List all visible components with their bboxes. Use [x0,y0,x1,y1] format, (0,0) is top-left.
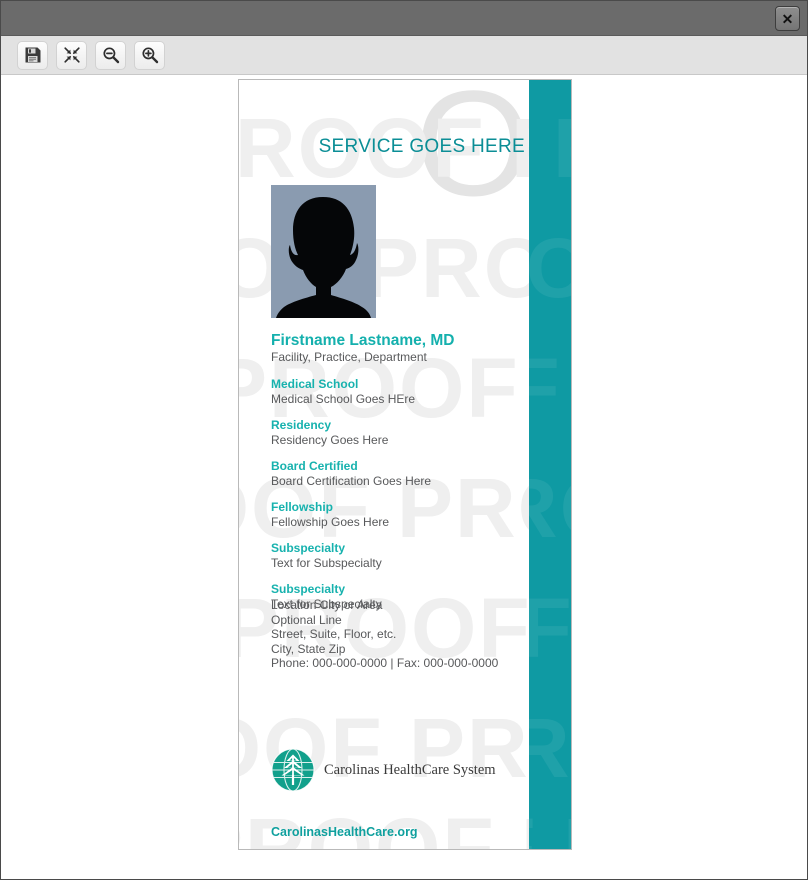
watermark-line: PROOF PROOF PROOF [529,466,571,550]
watermark-line: PROOF PROOF PROOF [529,706,571,790]
close-button[interactable]: ✕ [775,6,800,31]
provider-name: Firstname Lastname, MD [271,332,455,349]
credential-item: Subspecialty Text for Subspecialty [271,541,521,571]
credential-item: Residency Residency Goes Here [271,418,521,448]
credential-detail: Board Certification Goes Here [271,474,432,488]
credential-detail: Residency Goes Here [271,433,389,447]
leaf-globe-icon [271,748,315,792]
watermark-line: PROOF PROOF PROOF [529,106,571,190]
credential-heading: Medical School [271,377,359,391]
brand-footer: Carolinas HealthCare System [271,748,496,792]
close-icon: ✕ [781,10,794,27]
watermark-line: PROOF PROOF PROOF [529,586,571,670]
viewer-canvas[interactable]: One PROOF PROOF PROOF PROOF PROOF PROOF … [1,75,807,879]
watermark-line: PROOF PROOF PROOF [529,806,571,849]
credential-heading: Fellowship [271,500,334,514]
document-content: SERVICE GOES HERE Firstname Lastname, MD… [239,80,531,849]
address-line: Street, Suite, Floor, etc. [271,627,397,641]
address-block: Location City or Area Optional Line Stre… [271,598,531,671]
brand-name: Carolinas HealthCare System [324,761,496,778]
provider-identity: Firstname Lastname, MD Facility, Practic… [271,331,521,365]
zoom-in-button[interactable] [134,40,165,70]
address-line: Optional Line [271,612,342,627]
image-viewer-window: ✕ O ROOF PRO PROOF OF PR PROOF OF PR ROO… [0,0,808,880]
viewer-toolbar [1,36,807,75]
credential-item: Medical School Medical School Goes HEre [271,377,521,407]
teal-side-band: PROOF PROOF PROOF PROOF PROOF PROOF PROO… [529,80,571,849]
zoom-in-icon [141,46,159,64]
zoom-out-button[interactable] [95,40,126,70]
fit-page-button[interactable] [56,40,87,70]
document-page: One PROOF PROOF PROOF PROOF PROOF PROOF … [238,79,572,850]
zoom-out-icon [102,46,120,64]
credential-item: Board Certified Board Certification Goes… [271,459,521,489]
save-button[interactable] [17,40,48,70]
credential-detail: Medical School Goes HEre [271,392,416,406]
watermark-line: PROOF PROOF PROOF [529,346,571,430]
physician-photo [271,185,376,318]
silhouette-icon [271,185,376,318]
brand-url: CarolinasHealthCare.org [271,825,418,839]
credential-detail: Fellowship Goes Here [271,515,390,529]
contact-line: Phone: 000-000-0000 | Fax: 000-000-0000 [271,656,499,670]
watermark-line: PROOF PROOF PROOF [529,226,571,310]
provider-affiliation: Facility, Practice, Department [271,350,427,364]
credential-heading: Residency [271,418,332,432]
address-line: City, State Zip [271,641,346,656]
window-titlebar: ✕ [1,1,807,36]
credential-heading: Board Certified [271,459,358,473]
credential-heading: Subspecialty [271,541,346,555]
fit-page-icon [63,46,81,64]
credential-heading: Subspecialty [271,582,346,596]
credentials-list: Firstname Lastname, MD Facility, Practic… [271,331,521,623]
address-line: Location City or Area [271,598,383,612]
save-icon [24,46,42,64]
service-title: SERVICE GOES HERE [318,136,525,157]
credential-item: Fellowship Fellowship Goes Here [271,500,521,530]
credential-detail: Text for Subspecialty [271,556,382,570]
